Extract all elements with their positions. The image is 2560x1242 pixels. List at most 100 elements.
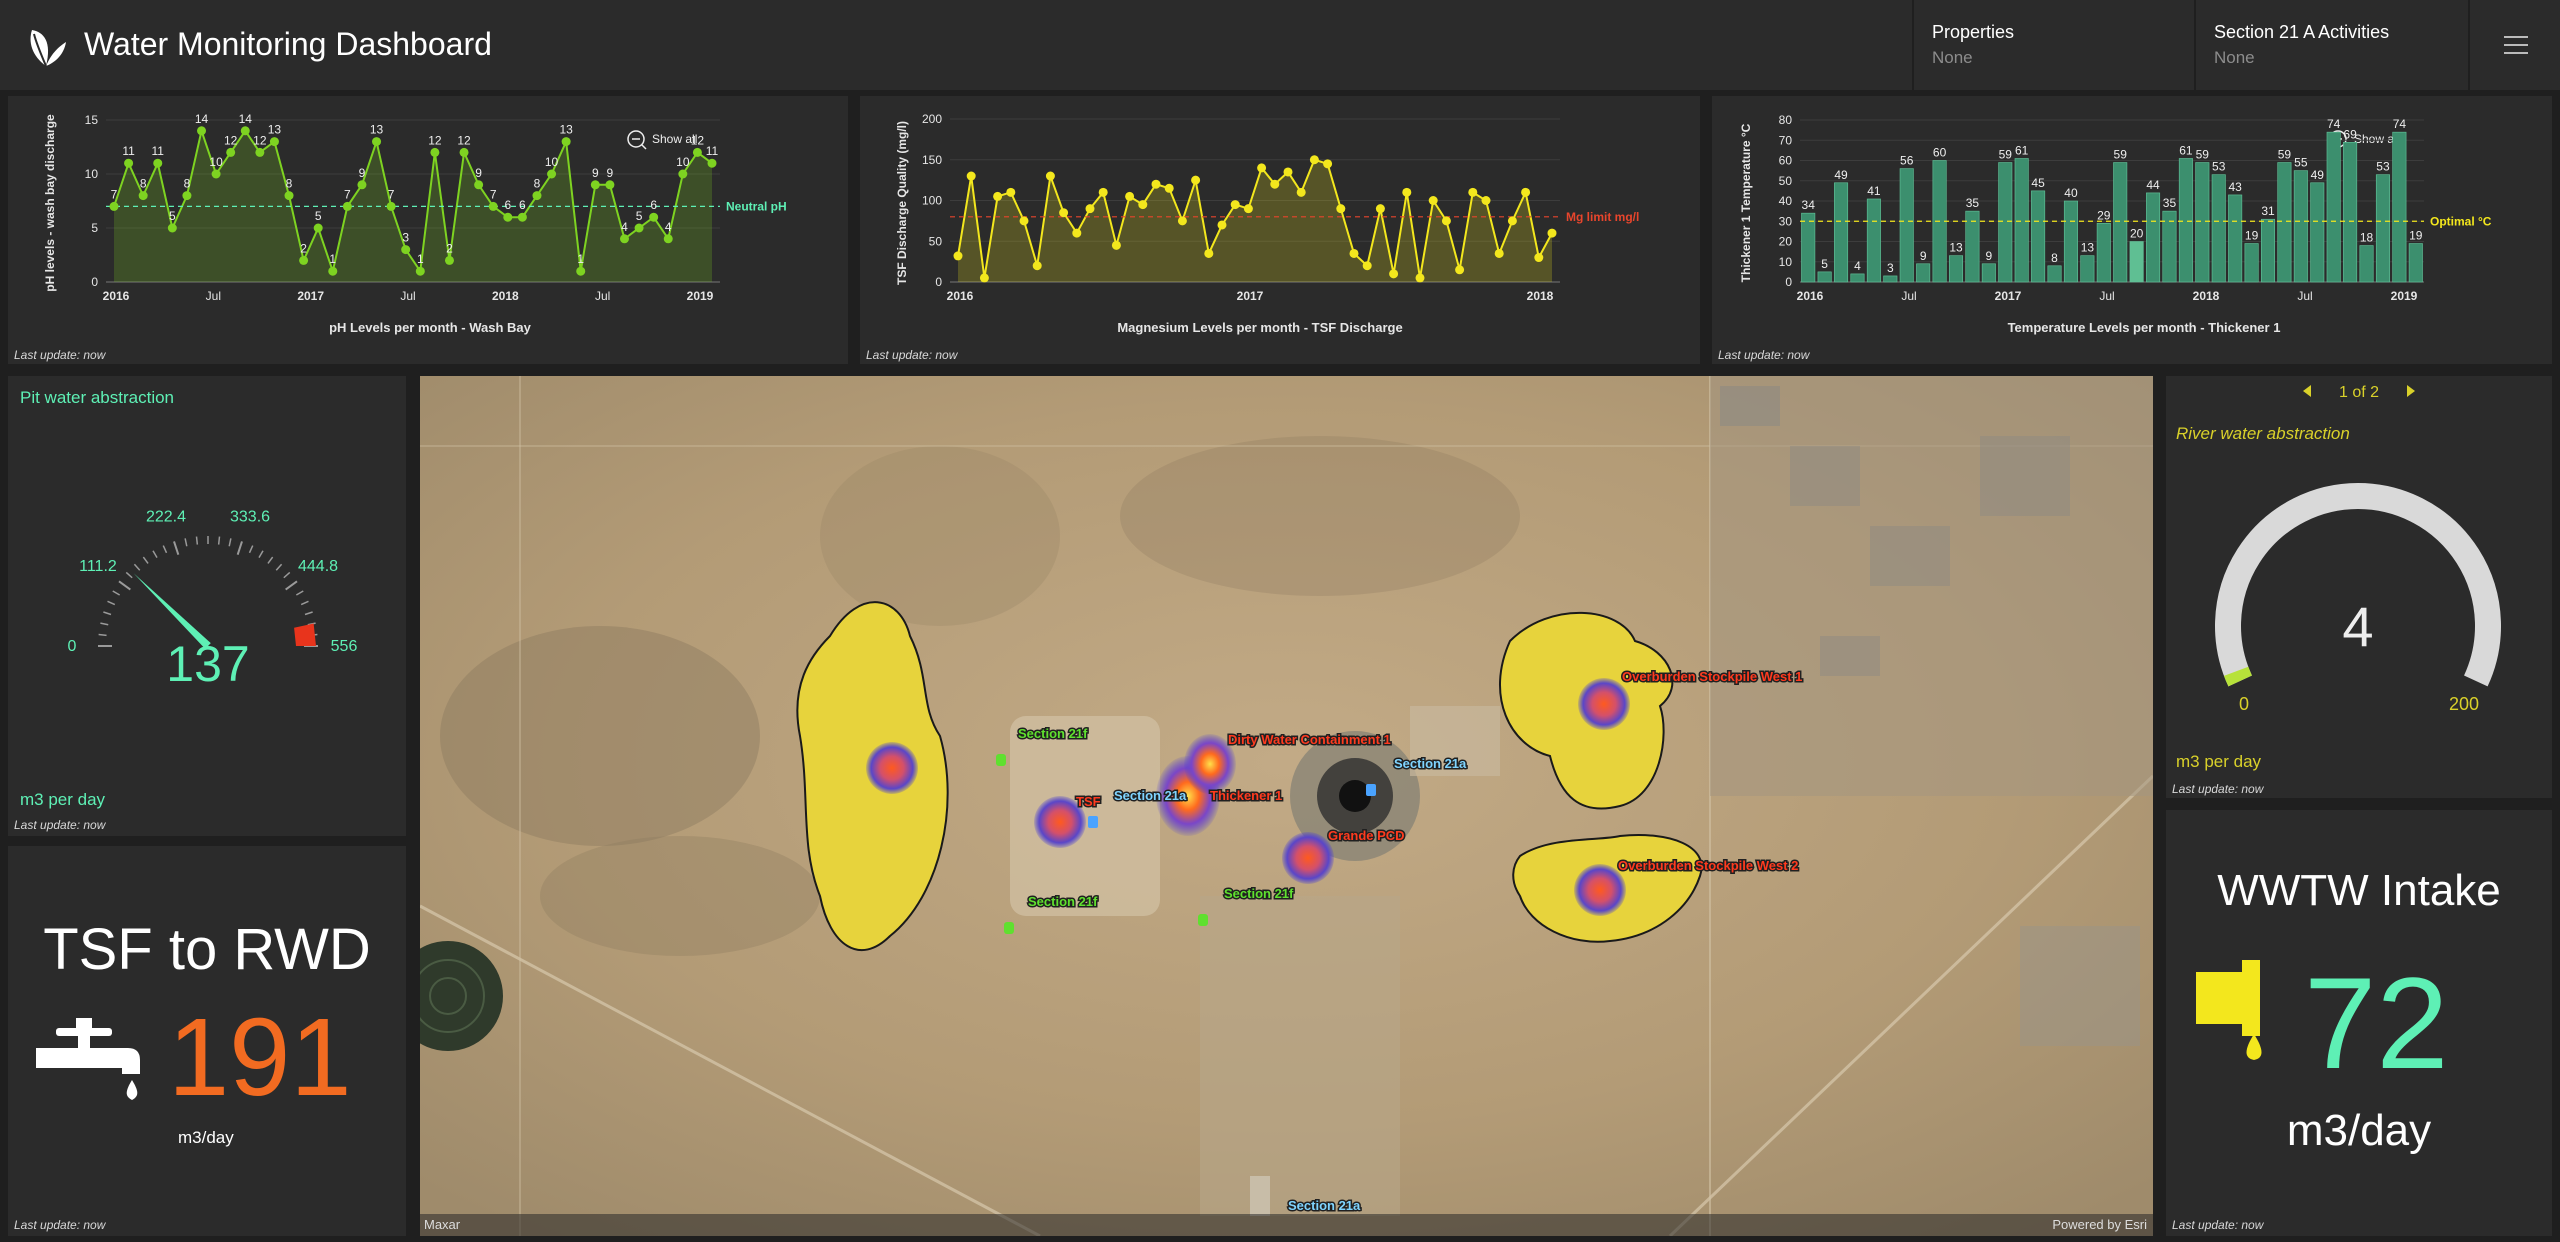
map-marker[interactable] xyxy=(1088,816,1098,828)
ph-data-label: 6 xyxy=(504,198,511,212)
pit-gauge-alert-zone xyxy=(294,623,316,646)
map-attribution-esri[interactable]: Powered by Esri xyxy=(2052,1217,2147,1232)
temp-data-label: 9 xyxy=(1920,249,1927,263)
temp-bar-chart: Thickener 1 Temperature °C Temperature L… xyxy=(1739,113,2492,335)
pit-gauge-tick xyxy=(228,538,232,547)
map-marker[interactable] xyxy=(1198,914,1208,926)
river-gauge-value: 4 xyxy=(2342,595,2373,658)
temp-data-label: 45 xyxy=(2031,176,2045,190)
ph-data-point xyxy=(590,180,600,190)
ph-data-point xyxy=(124,158,134,168)
temp-bar xyxy=(2195,162,2210,283)
temp-bar xyxy=(2014,158,2029,283)
heatmap-point[interactable] xyxy=(1282,832,1334,884)
pit-gauge-tick xyxy=(162,545,168,554)
mg-data-point xyxy=(1217,220,1227,230)
temp-data-label: 59 xyxy=(2278,148,2292,162)
hamburger-menu-button[interactable] xyxy=(2468,0,2560,90)
mg-data-point xyxy=(1006,187,1016,197)
pit-gauge-tick xyxy=(300,600,309,606)
ph-reference-label: Neutral pH xyxy=(726,199,787,213)
ph-x-tick: Jul xyxy=(595,289,610,303)
mg-data-point xyxy=(1283,167,1293,177)
heatmap-point[interactable] xyxy=(1578,678,1630,730)
ph-show-all-button[interactable]: Show all xyxy=(627,130,697,150)
ph-data-label: 7 xyxy=(490,187,497,201)
properties-selector[interactable]: Properties None xyxy=(1912,0,2194,90)
pit-gauge-tick xyxy=(103,611,112,616)
pit-gauge-scale-label: 0 xyxy=(68,638,77,655)
map-marker[interactable] xyxy=(1004,922,1014,934)
ph-data-point xyxy=(692,147,702,157)
ph-data-point xyxy=(255,147,265,157)
ph-data-point xyxy=(153,158,163,168)
pit-gauge-tick xyxy=(173,541,180,556)
map-marker[interactable] xyxy=(1366,784,1376,796)
wwtw-unit: m3/day xyxy=(2286,1106,2432,1155)
ph-data-point xyxy=(474,180,484,190)
properties-selector-value: None xyxy=(1932,48,1973,67)
mg-reference-label: Mg limit mg/l xyxy=(1566,210,1639,224)
ph-data-label: 1 xyxy=(329,252,336,266)
temp-bar xyxy=(1948,255,1964,283)
temp-data-label: 8 xyxy=(2051,251,2058,265)
ph-data-label: 9 xyxy=(592,166,599,180)
mg-data-point xyxy=(1072,228,1082,238)
ph-x-tick: 2019 xyxy=(687,289,714,303)
temp-data-label: 34 xyxy=(1802,198,1816,212)
temp-bar xyxy=(1817,271,1832,283)
pit-gauge-tick xyxy=(267,556,274,564)
tsf-to-rwd-panel: TSF to RWD 191 m3/day Last update: now xyxy=(8,846,406,1236)
mg-data-point xyxy=(1059,208,1069,218)
heatmap-point[interactable] xyxy=(866,742,918,794)
mg-data-point xyxy=(1138,200,1148,210)
map-canvas[interactable]: Section 21f Section 21f Section 21f TSF … xyxy=(420,376,2153,1236)
temp-data-label: 35 xyxy=(2163,196,2177,210)
temp-data-label: 31 xyxy=(2261,204,2275,218)
section-21a-activities-selector[interactable]: Section 21 A Activities None xyxy=(2194,0,2476,90)
ph-data-point xyxy=(517,212,527,222)
map-marker[interactable] xyxy=(996,754,1006,766)
river-last-update: Last update: now xyxy=(2172,782,2264,796)
mg-data-point xyxy=(1257,163,1267,173)
temp-data-label: 18 xyxy=(2360,231,2374,245)
ph-data-point xyxy=(197,126,207,136)
satellite-map[interactable]: Section 21f Section 21f Section 21f TSF … xyxy=(420,376,2153,1236)
ph-data-point xyxy=(269,137,279,147)
pit-gauge-panel: Pit water abstraction 137 0 111.2 222.4 333… xyxy=(8,376,406,836)
temp-data-label: 60 xyxy=(1933,146,1947,160)
pit-gauge-tick xyxy=(258,550,264,559)
ph-chart-panel: pH levels - wash bay discharge pH Levels… xyxy=(8,96,848,364)
ph-data-point xyxy=(459,147,469,157)
temp-y-tick: 50 xyxy=(1779,174,1793,188)
temp-bar xyxy=(2326,131,2341,283)
mg-data-point xyxy=(1111,240,1121,250)
pit-gauge-tick xyxy=(100,622,109,626)
mg-data-point xyxy=(1547,228,1557,238)
pit-gauge-tick xyxy=(112,590,121,596)
pit-gauge-tick xyxy=(142,556,149,564)
temp-data-label: 69 xyxy=(2343,127,2357,141)
mg-data-point xyxy=(1032,261,1042,271)
temp-bar xyxy=(1883,275,1898,283)
mg-data-point xyxy=(953,251,963,261)
pit-gauge-scale-label: 444.8 xyxy=(298,558,338,575)
temp-bar xyxy=(1834,182,1849,283)
map-attribution-bar: Maxar Powered by Esri xyxy=(420,1214,2153,1236)
temp-bar xyxy=(2146,192,2161,283)
ph-data-label: 12 xyxy=(457,133,471,147)
ph-data-point xyxy=(415,266,425,276)
ph-data-point xyxy=(430,147,440,157)
dashboard-title: Water Monitoring Dashboard xyxy=(84,26,492,62)
mg-data-point xyxy=(1428,196,1438,205)
temp-bar xyxy=(2096,222,2111,283)
water-intake-icon xyxy=(2196,960,2262,1060)
map-label-overburden-west-1: Overburden Stockpile West 1 xyxy=(1622,669,1802,684)
temp-data-label: 74 xyxy=(2393,117,2407,131)
pit-gauge-tick xyxy=(285,580,298,591)
mg-data-point xyxy=(1534,253,1544,263)
ph-data-label: 5 xyxy=(169,209,176,223)
ph-data-point xyxy=(167,223,177,233)
temp-data-label: 43 xyxy=(2228,180,2242,194)
pit-gauge-tick xyxy=(184,538,188,547)
